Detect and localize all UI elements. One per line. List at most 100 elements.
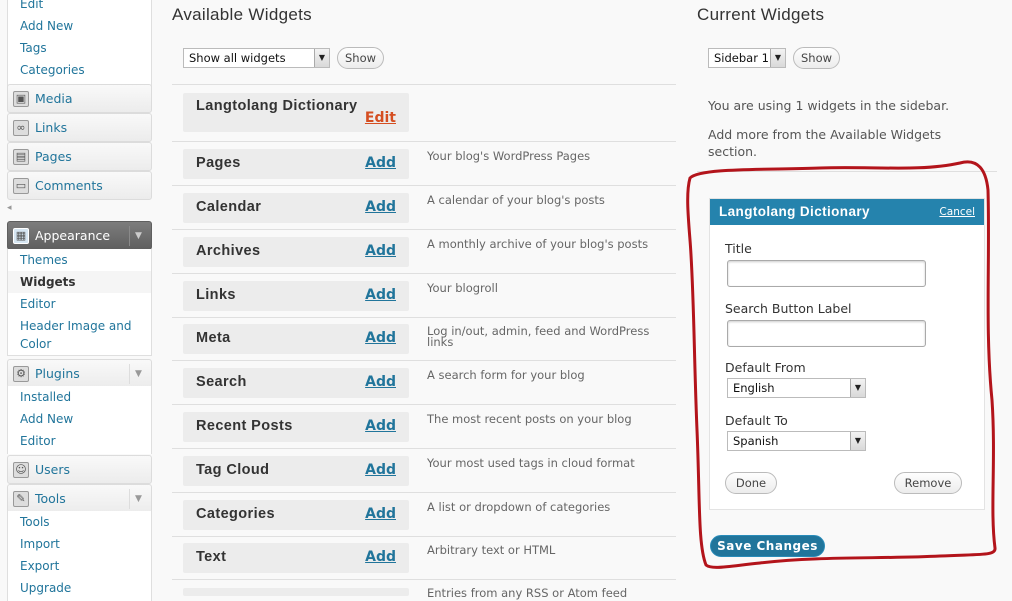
plugins-icon: ⚙ [13, 366, 29, 382]
default-from-select[interactable]: English ▼ [727, 378, 866, 398]
done-button[interactable]: Done [725, 472, 777, 494]
widget-item-rss [183, 588, 409, 596]
widget-title: Tag Cloud [196, 462, 270, 478]
show-sidebar-button[interactable]: Show [793, 47, 840, 69]
available-widgets-heading: Available Widgets [172, 5, 312, 24]
appearance-editor-link[interactable]: Editor [8, 293, 151, 315]
divider [172, 448, 676, 449]
remove-button[interactable]: Remove [894, 472, 962, 494]
menu-pages[interactable]: ▤ Pages [7, 142, 152, 171]
default-from-value: English [733, 381, 775, 395]
default-to-select[interactable]: Spanish ▼ [727, 431, 866, 451]
dropdown-arrow-icon[interactable]: ▼ [850, 432, 865, 450]
save-changes-button[interactable]: Save Changes [710, 535, 825, 557]
widget-description: Entries from any RSS or Atom feed [427, 586, 628, 600]
show-widgets-button[interactable]: Show [337, 47, 384, 69]
menu-users[interactable]: ☺ Users [7, 455, 152, 484]
menu-media-label: Media [35, 91, 73, 106]
pages-icon: ▤ [13, 149, 29, 165]
appearance-widgets-link[interactable]: Widgets [8, 271, 151, 293]
title-field[interactable] [727, 260, 926, 287]
default-to-label: Default To [725, 413, 788, 428]
dropdown-arrow-icon[interactable]: ▼ [850, 379, 865, 397]
posts-categories-link[interactable]: Categories [8, 59, 151, 81]
plugins-add-new-link[interactable]: Add New [8, 408, 151, 430]
plugins-editor-link[interactable]: Editor [8, 430, 151, 452]
widget-title: Meta [196, 330, 231, 346]
menu-links[interactable]: ∞ Links [7, 113, 152, 142]
widget-edit-link[interactable]: Edit [365, 110, 396, 126]
appearance-header-link[interactable]: Header Image and [8, 317, 151, 335]
widget-filter-value: Show all widgets [189, 51, 286, 65]
widget-description: A search form for your blog [427, 368, 585, 382]
posts-add-new-link[interactable]: Add New [8, 15, 151, 37]
appearance-icon: ▦ [13, 228, 29, 244]
widget-add-link[interactable]: Add [365, 418, 396, 434]
dropdown-arrow-icon[interactable]: ▼ [314, 49, 329, 67]
widget-item-search: Search Add [183, 368, 409, 398]
widget-item-recent-posts: Recent Posts Add [183, 412, 409, 442]
widget-add-link[interactable]: Add [365, 243, 396, 259]
widget-add-link[interactable]: Add [365, 506, 396, 522]
widget-item-calendar: Calendar Add [183, 193, 409, 223]
widget-add-link[interactable]: Add [365, 330, 396, 346]
posts-tags-link[interactable]: Tags [8, 37, 151, 59]
tools-import-link[interactable]: Import [8, 533, 151, 555]
plugins-installed-link[interactable]: Installed [8, 386, 151, 408]
posts-submenu: Edit Add New Tags Categories [7, 0, 152, 88]
chevron-down-icon[interactable]: ▼ [129, 226, 147, 246]
menu-media[interactable]: ▣ Media [7, 84, 152, 113]
widget-add-link[interactable]: Add [365, 287, 396, 303]
widget-description: Your blog's WordPress Pages [427, 149, 591, 163]
menu-comments[interactable]: ▭ Comments [7, 171, 152, 200]
appearance-themes-link[interactable]: Themes [8, 249, 151, 271]
menu-pages-label: Pages [35, 149, 72, 164]
divider [172, 84, 676, 85]
widget-title: Links [196, 287, 236, 303]
divider [172, 185, 676, 186]
divider [172, 229, 676, 230]
widget-add-link[interactable]: Add [365, 155, 396, 171]
widget-title: Categories [196, 506, 275, 522]
sidebar-usage-text: You are using 1 widgets in the sidebar. [708, 98, 950, 113]
tools-submenu: Tools Import Export Upgrade [7, 511, 152, 601]
widget-add-link[interactable]: Add [365, 462, 396, 478]
menu-links-label: Links [35, 120, 68, 135]
menu-appearance[interactable]: ▦ Appearance ▼ [7, 221, 152, 250]
divider [697, 171, 997, 172]
title-label: Title [725, 241, 752, 256]
dropdown-arrow-icon[interactable]: ▼ [770, 49, 785, 67]
widget-description: Your blogroll [427, 281, 498, 295]
widget-cancel-link[interactable]: Cancel [939, 206, 975, 218]
collapse-arrow-icon[interactable]: ◂ [7, 203, 12, 213]
default-to-value: Spanish [733, 434, 779, 448]
media-icon: ▣ [13, 91, 29, 107]
search-button-label-label: Search Button Label [725, 301, 852, 316]
widget-add-link[interactable]: Add [365, 374, 396, 390]
admin-sidebar: Edit Add New Tags Categories ▣ Media ∞ L… [0, 0, 160, 601]
tools-export-link[interactable]: Export [8, 555, 151, 577]
menu-plugins[interactable]: ⚙ Plugins ▼ [7, 359, 152, 388]
widget-title: Calendar [196, 199, 262, 215]
widget-description: The most recent posts on your blog [427, 412, 632, 426]
chevron-down-icon[interactable]: ▼ [129, 489, 147, 509]
menu-tools[interactable]: ✎ Tools ▼ [7, 484, 152, 513]
widget-add-link[interactable]: Add [365, 549, 396, 565]
sidebar-select[interactable]: Sidebar 1 ▼ [708, 48, 786, 68]
appearance-header-link-line2[interactable]: Color [8, 335, 151, 353]
add-more-text-line2: section. [708, 144, 757, 159]
widget-item-tag-cloud: Tag Cloud Add [183, 456, 409, 486]
posts-edit-link[interactable]: Edit [8, 0, 151, 15]
chevron-down-icon[interactable]: ▼ [129, 364, 147, 384]
widget-item-archives: Archives Add [183, 237, 409, 267]
widget-item-text: Text Add [183, 543, 409, 573]
widget-add-link[interactable]: Add [365, 199, 396, 215]
tools-tools-link[interactable]: Tools [8, 511, 151, 533]
widget-title: Text [196, 549, 227, 565]
widget-filter-select[interactable]: Show all widgets ▼ [183, 48, 330, 68]
menu-tools-label: Tools [35, 491, 66, 506]
search-button-label-field[interactable] [727, 320, 926, 347]
widget-item-langtolang: Langtolang Dictionary Edit [183, 93, 409, 132]
widget-title: Pages [196, 155, 241, 171]
default-from-label: Default From [725, 360, 806, 375]
